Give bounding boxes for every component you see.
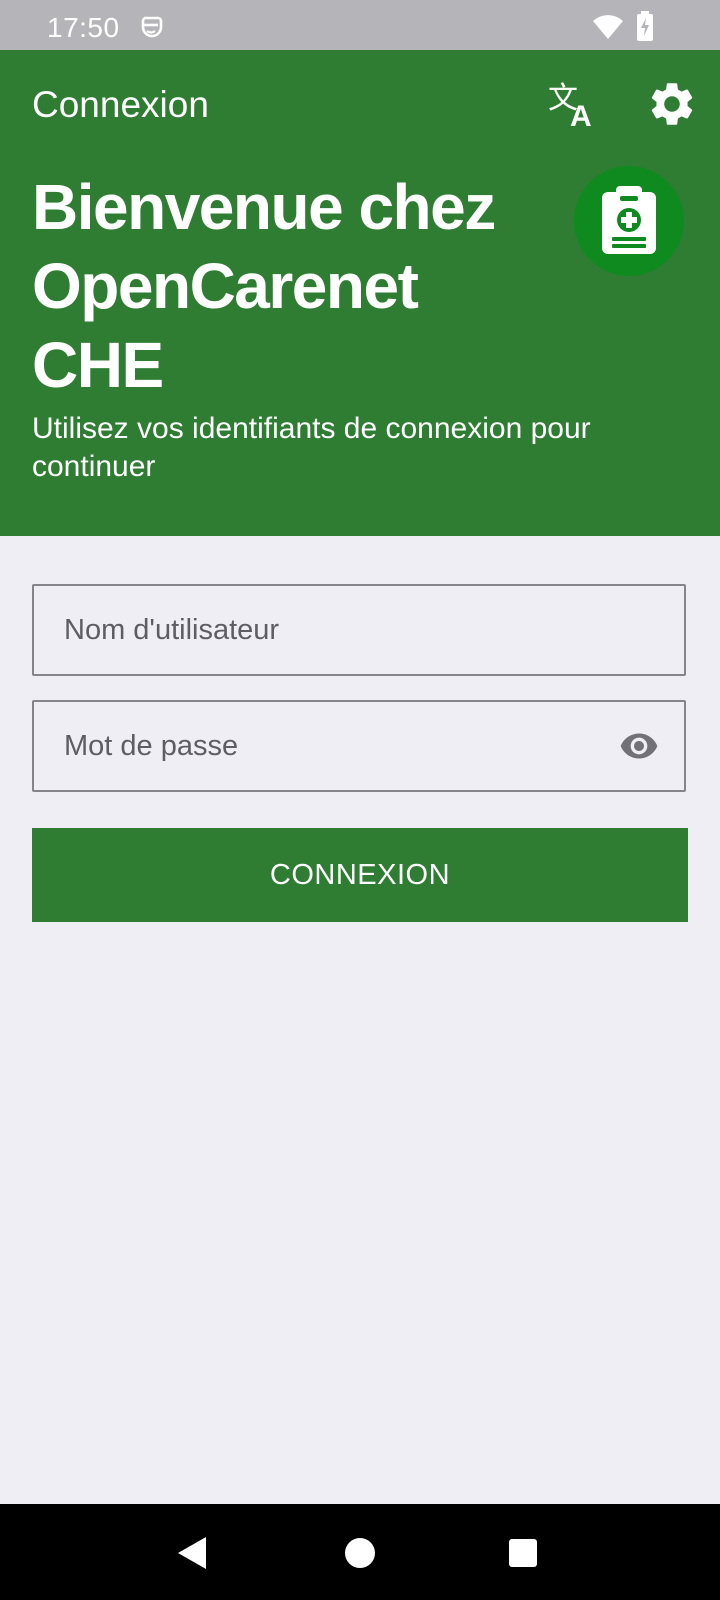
battery-charging-icon	[637, 11, 653, 41]
svg-text:A: A	[570, 100, 592, 132]
password-input[interactable]	[64, 702, 624, 790]
page-title: Connexion	[32, 84, 209, 125]
login-screen: 17:50 Connexion 文 A Bienvenue chez OpenC…	[0, 0, 720, 1600]
home-icon[interactable]	[344, 1537, 376, 1569]
status-time: 17:50	[47, 12, 120, 43]
clipboard-medical-icon	[602, 186, 656, 254]
back-icon[interactable]	[176, 1536, 208, 1570]
notification-icon	[141, 16, 163, 38]
settings-button[interactable]	[646, 78, 698, 130]
app-logo	[574, 166, 684, 276]
translate-button[interactable]: 文 A	[548, 78, 602, 133]
eye-icon	[620, 733, 658, 759]
system-navigation-bar	[0, 1504, 720, 1600]
translate-icon: 文 A	[548, 81, 592, 133]
welcome-subtitle: Utilisez vos identifiants de connexion p…	[32, 412, 591, 483]
toggle-password-visibility-button[interactable]	[616, 726, 662, 766]
username-input[interactable]	[64, 586, 624, 674]
gear-icon	[651, 83, 693, 125]
recents-icon[interactable]	[508, 1538, 538, 1568]
login-button[interactable]: CONNEXION	[32, 828, 688, 922]
welcome-title: Bienvenue chez OpenCarenet CHE	[32, 171, 496, 401]
password-field[interactable]	[32, 700, 686, 792]
status-bar: 17:50	[0, 0, 720, 50]
wifi-icon	[593, 15, 623, 39]
username-field[interactable]	[32, 584, 686, 676]
header-banner: Connexion 文 A Bienvenue chez OpenCarenet…	[0, 50, 720, 536]
